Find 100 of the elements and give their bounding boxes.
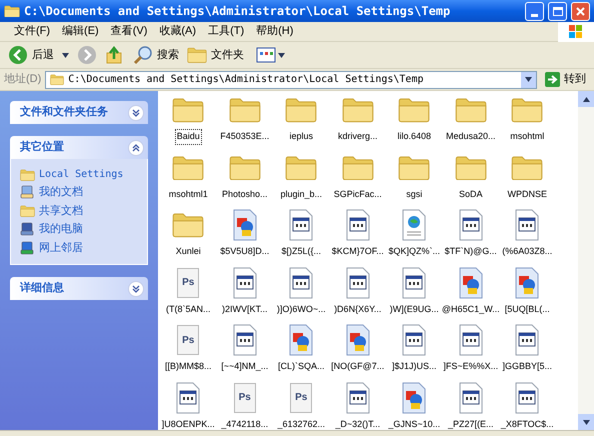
file-name[interactable]: _PZ27[(E... xyxy=(446,418,495,430)
go-button[interactable]: 转到 xyxy=(541,71,590,88)
folder-icon xyxy=(50,74,64,86)
place-link[interactable]: 我的电脑 xyxy=(39,221,83,238)
photoshop-file-icon: Ps xyxy=(177,325,200,355)
folders-button[interactable]: 文件夹 xyxy=(187,46,244,64)
task-panel-header[interactable]: 文件和文件夹任务 xyxy=(10,101,148,124)
file-name[interactable]: )]O)6WO~... xyxy=(276,302,327,316)
photoshop-file-icon: Ps xyxy=(290,382,312,412)
computer-icon xyxy=(20,222,34,236)
file-name[interactable]: [CL)`SQA... xyxy=(276,360,326,374)
file-name[interactable]: kdriverg... xyxy=(336,130,378,144)
file-name[interactable]: Xunlei xyxy=(174,245,202,258)
folder-icon xyxy=(285,154,318,180)
file-name[interactable]: )2IWV[KT... xyxy=(220,302,268,316)
vertical-scrollbar[interactable] xyxy=(578,91,594,430)
file-name[interactable]: plugin_b... xyxy=(279,188,324,201)
file-name[interactable]: sgsi xyxy=(405,188,424,201)
file-name[interactable]: ]GGBBY[5... xyxy=(501,360,554,374)
file-name[interactable]: _4742118... xyxy=(220,418,270,430)
menu-item[interactable]: 编辑(E) xyxy=(56,23,105,40)
folder-icon xyxy=(285,97,318,123)
menu-item[interactable]: 工具(T) xyxy=(202,23,250,40)
folder-icon xyxy=(342,154,374,180)
file-name[interactable]: $QK]QZ%`... xyxy=(387,245,441,258)
place-link[interactable]: 我的文档 xyxy=(39,184,83,200)
expand-icon[interactable] xyxy=(128,104,144,120)
scroll-down-button[interactable] xyxy=(578,414,594,430)
folder-icon xyxy=(20,204,34,217)
dropdown-caret-icon xyxy=(278,52,285,58)
menu-item[interactable]: 文件(F) xyxy=(8,23,56,40)
file-name[interactable]: ]FS~E%%X... xyxy=(442,360,500,374)
folder-icon xyxy=(398,97,430,123)
file-name[interactable]: [[B)MM$8... xyxy=(164,360,212,374)
windows-logo-icon xyxy=(569,24,583,38)
file-name[interactable]: $TF`N)@G... xyxy=(444,245,498,258)
folder-icon xyxy=(4,4,20,18)
file-name[interactable]: [NO(GF@7... xyxy=(330,360,386,374)
file-name[interactable]: ]U8OENPK... xyxy=(160,418,216,430)
file-name[interactable]: _X8FTOC$... xyxy=(500,418,555,430)
window-title: C:\Documents and Settings\Administrator\Local Settings\Temp xyxy=(24,3,452,20)
file-name[interactable]: [5UQ[BL(... xyxy=(504,302,551,316)
scroll-up-icon xyxy=(582,96,590,102)
close-button[interactable] xyxy=(571,2,590,20)
file-name[interactable]: )W](E9UG... xyxy=(388,302,440,316)
file-name[interactable]: (%6A03Z8... xyxy=(501,245,554,258)
views-button[interactable] xyxy=(256,47,285,63)
documents-icon xyxy=(20,185,34,200)
file-name[interactable]: Medusa20... xyxy=(444,130,497,144)
file-name[interactable]: [~~4]NM_... xyxy=(220,360,270,374)
file-name[interactable]: SoDA xyxy=(458,188,484,201)
folder-icon xyxy=(228,154,261,180)
file-name[interactable]: WPDNSE xyxy=(506,188,548,201)
expand-icon[interactable] xyxy=(128,280,144,296)
file-name[interactable]: _GJNS~10... xyxy=(387,418,442,430)
file-name[interactable]: @H65C1_W... xyxy=(440,302,501,316)
file-name[interactable]: ieplus xyxy=(288,130,314,144)
file-name[interactable]: $[)Z5L({... xyxy=(280,245,322,258)
place-link[interactable]: 网上邻居 xyxy=(39,240,83,256)
menu-item[interactable]: 收藏(A) xyxy=(153,23,202,40)
maximize-button[interactable] xyxy=(548,2,567,20)
file-name[interactable]: Photosho... xyxy=(220,188,269,201)
file-name[interactable]: lilo.6408 xyxy=(396,130,432,144)
file-name[interactable]: (T(8`5AN... xyxy=(164,302,212,316)
network-icon xyxy=(20,240,34,255)
task-panel-header[interactable]: 详细信息 xyxy=(10,277,148,300)
search-button[interactable]: 搜索 xyxy=(133,45,179,65)
file-name[interactable]: )D6N{X6Y... xyxy=(333,302,382,316)
task-panel-header[interactable]: 其它位置 xyxy=(10,136,148,159)
dropdown-arrow-button[interactable] xyxy=(521,72,536,88)
folder-icon xyxy=(228,97,261,123)
scroll-up-button[interactable] xyxy=(578,91,594,107)
back-button[interactable]: 后退 xyxy=(8,45,54,65)
scroll-down-icon xyxy=(582,420,590,424)
file-name[interactable]: ]$J1J)US... xyxy=(390,360,438,374)
file-name[interactable]: Baidu xyxy=(176,130,201,144)
menu-item[interactable]: 帮助(H) xyxy=(250,23,300,40)
folder-icon xyxy=(172,212,204,238)
folder-icon xyxy=(172,97,204,123)
address-field[interactable]: C:\Documents and Settings\Administrator\Local Settings\Temp xyxy=(45,70,537,88)
go-arrow-icon xyxy=(545,72,560,87)
folder-icon xyxy=(172,154,204,180)
file-name[interactable]: SGPicFac... xyxy=(332,188,383,201)
file-name[interactable]: F450353E... xyxy=(219,130,270,144)
file-name[interactable]: _6132762... xyxy=(276,418,326,430)
folder-icon xyxy=(398,154,430,180)
folder-icon xyxy=(454,154,487,180)
place-link[interactable]: Local Settings xyxy=(39,167,124,182)
file-name[interactable]: $KCM}7OF... xyxy=(330,245,385,258)
place-link[interactable]: 共享文档 xyxy=(39,202,83,219)
collapse-icon[interactable] xyxy=(128,140,144,156)
file-name[interactable]: msohtml xyxy=(509,130,546,144)
file-name[interactable]: _D~32()T... xyxy=(334,418,382,430)
file-name[interactable]: $5V5U8]D... xyxy=(219,245,270,258)
file-name[interactable]: msohtml1 xyxy=(168,188,209,201)
views-icon xyxy=(256,47,276,63)
minimize-button[interactable] xyxy=(525,2,544,20)
menu-item[interactable]: 查看(V) xyxy=(104,23,154,40)
dropdown-caret-icon[interactable] xyxy=(62,52,69,58)
dropdown-arrow-icon xyxy=(525,77,532,82)
